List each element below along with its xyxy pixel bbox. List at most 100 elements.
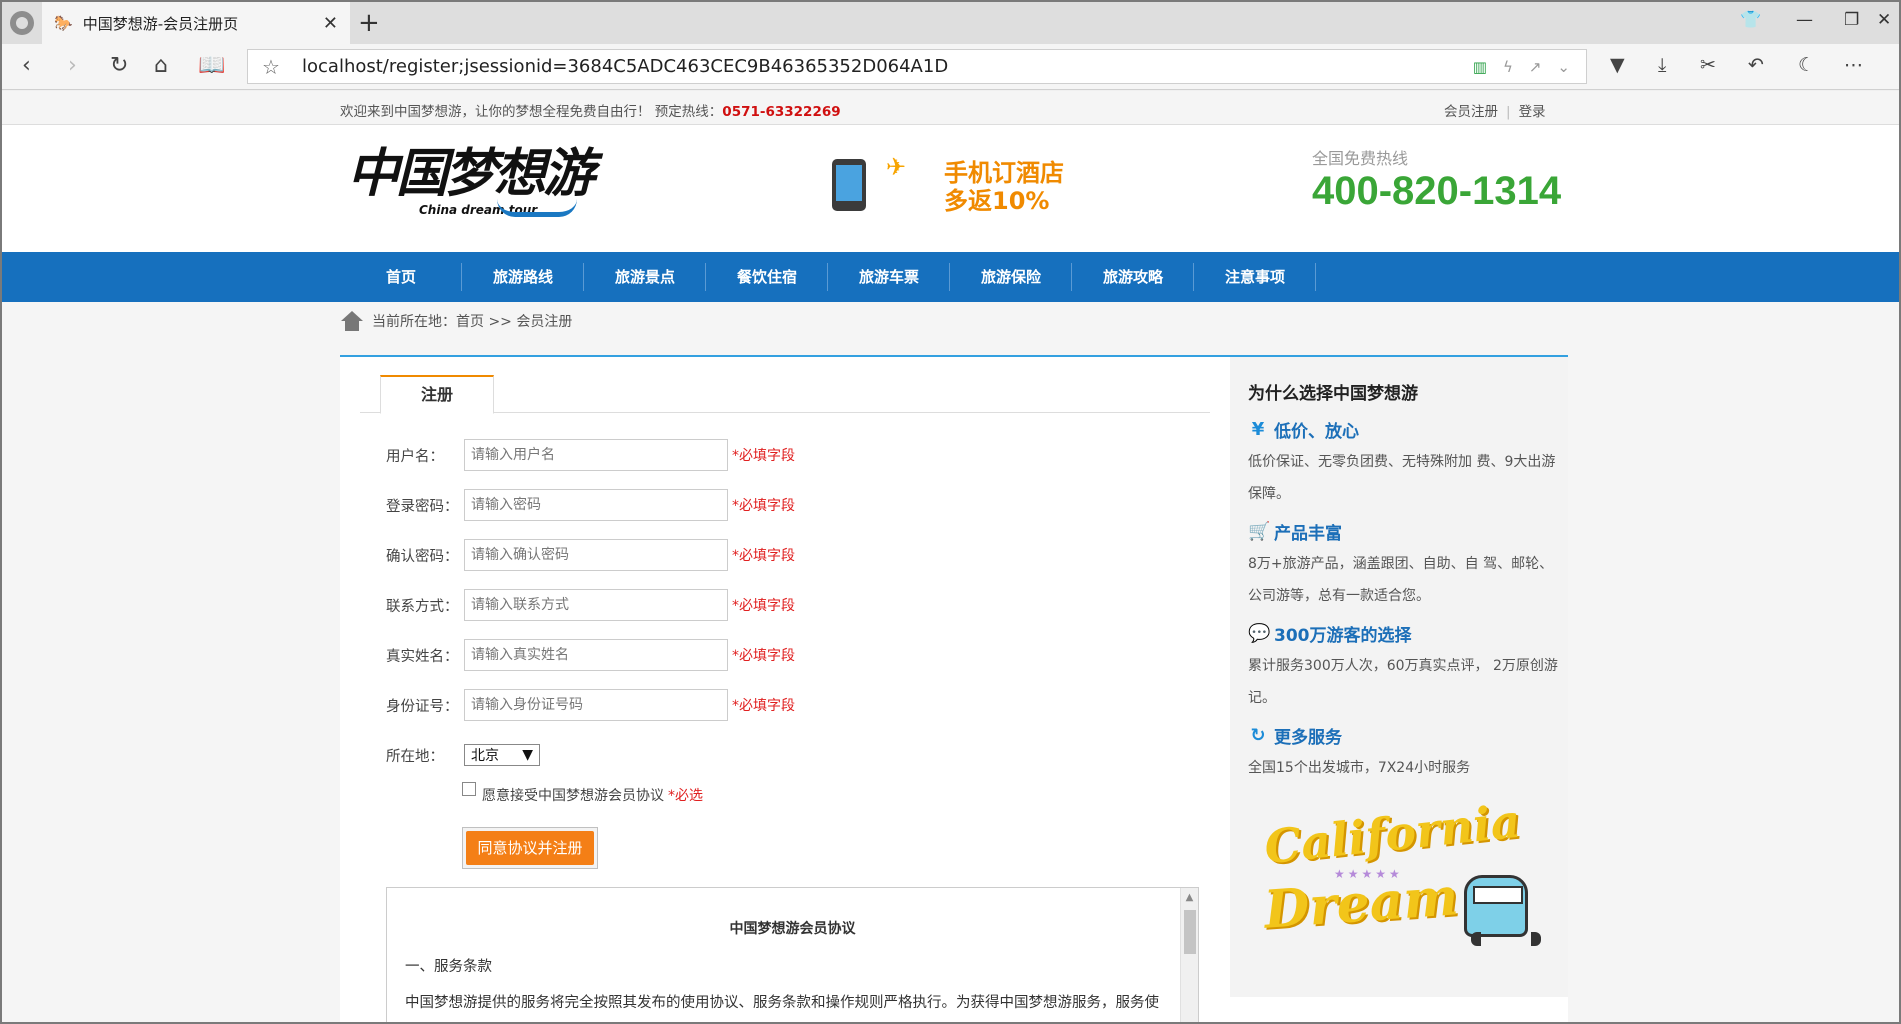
tab-bar: 🐎 中国梦想游-会员注册页 ✕ + 👕 — ❐ ✕ [2,2,1899,44]
tab-active[interactable]: 🐎 中国梦想游-会员注册页 ✕ [42,2,350,44]
minimize-icon[interactable]: — [1796,10,1813,30]
nav-dining[interactable]: 餐饮住宿 [706,252,828,302]
restore-icon[interactable]: ❐ [1844,10,1859,30]
forward-icon[interactable]: › [68,53,77,79]
agree-text: 愿意接受中国梦想游会员协议 [482,788,664,804]
contact-input[interactable] [464,589,728,621]
booking-hotline: 0571-63322269 [722,104,841,120]
agreement-scrollbar[interactable]: ▲ [1180,888,1198,1022]
site-header: 中国梦想游 China dream tour ✈ 手机订酒店 多返10% 全国免费… [2,125,1899,252]
nav-home[interactable]: 首页 [340,252,462,302]
main-nav: 首页 旅游路线 旅游景点 餐饮住宿 旅游车票 旅游保险 旅游攻略 注意事项 [2,252,1899,302]
promo-line-1: 手机订酒店 [944,159,1064,187]
tab-title: 中国梦想游-会员注册页 [82,14,239,33]
reload-icon[interactable]: ↻ [110,53,128,79]
required-mark: *必填字段 [732,498,795,514]
browser-logo-icon[interactable] [10,11,34,35]
password-input[interactable] [464,489,728,521]
agreement-title: 中国梦想游会员协议 [729,921,856,937]
share-icon[interactable]: ↗ [1529,58,1542,76]
browser-window: 🐎 中国梦想游-会员注册页 ✕ + 👕 — ❐ ✕ ‹ › ↻ ⌂ 📖 ☆ lo… [0,0,1901,1024]
extension-icon[interactable]: ▼ [1610,54,1625,76]
menu-icon[interactable]: ⋯ [1844,54,1863,76]
nav-guides[interactable]: 旅游攻略 [1072,252,1194,302]
hotel-promo-banner[interactable]: ✈ 手机订酒店 多返10% [824,153,1074,223]
undo-icon[interactable]: ↶ [1748,54,1764,76]
paper-plane-icon: ✈ [886,153,907,181]
submit-register-button[interactable]: 同意协议并注册 [462,827,598,869]
breadcrumb: 当前所在地：首页 >> 会员注册 [340,309,572,333]
field-confirm-password: 确认密码： *必填字段 [386,539,795,571]
screenshot-icon[interactable]: ✂ [1700,54,1716,76]
back-icon[interactable]: ‹ [22,53,31,79]
hotline-number: 400-820-1314 [1312,169,1562,213]
real-name-input[interactable] [464,639,728,671]
flash-icon[interactable]: ϟ [1503,58,1513,76]
required-mark: *必填字段 [732,548,795,564]
required-mark: *必填字段 [732,698,795,714]
web-page: 欢迎来到中国梦想游，让你的梦想全程免费自由行！ 预定热线：0571-633222… [2,91,1899,1022]
agree-checkbox[interactable] [462,782,476,796]
night-mode-icon[interactable]: ☾ [1798,54,1815,76]
banner-word-2: Dream [1262,866,1461,941]
scroll-up-icon[interactable]: ▲ [1181,892,1198,903]
feature-3m-travelers: 💬 300万游客的选择 累计服务300万人次，60万真实点评， 2万原创游记。 [1248,623,1558,706]
field-contact: 联系方式： *必填字段 [386,589,795,621]
shirt-icon[interactable]: 👕 [1740,10,1761,30]
form-tabs: 注册 [360,375,1210,414]
close-window-icon[interactable]: ✕ [1877,10,1891,30]
url-text[interactable]: localhost/register;jsessionid=3684C5ADC4… [294,56,1473,77]
home-icon[interactable]: ⌂ [154,53,168,79]
hotline-label: 全国免费热线 [1312,149,1409,168]
content-panel: 注册 用户名： *必填字段 登录密码： *必填字段 确认密码： *必填字段 [340,355,1568,1022]
promo-line-2: 多返10% [944,187,1050,215]
free-hotline: 全国免费热线 400-820-1314 [1312,145,1561,214]
phone-icon [832,159,866,211]
download-icon[interactable]: ⤓ [1658,54,1666,76]
id-number-input[interactable] [464,689,728,721]
required-mark: *必填字段 [732,598,795,614]
why-choose-sidebar: 为什么选择中国梦想游 ¥ 低价、放心 低价保证、无零负团费、无特殊附加 费、9大出… [1230,357,1568,997]
field-real-name: 真实姓名： *必填字段 [386,639,795,671]
field-username: 用户名： *必填字段 [386,439,795,471]
address-bar[interactable]: ☆ localhost/register;jsessionid=3684C5AD… [247,49,1587,84]
california-dream-banner[interactable]: California ★★★★★ Dream [1262,794,1544,957]
favicon-icon: 🐎 [54,14,73,32]
nav-attractions[interactable]: 旅游景点 [584,252,706,302]
tab-register[interactable]: 注册 [380,375,494,414]
reading-icon[interactable]: 📖 [198,53,225,79]
yen-icon: ¥ [1251,419,1265,440]
register-link[interactable]: 会员注册 [1444,104,1498,120]
login-link[interactable]: 登录 [1519,104,1546,120]
reader-mode-icon[interactable]: ▥ [1473,58,1487,76]
agreement-consent: 愿意接受中国梦想游会员协议 *必选 [462,782,703,805]
new-tab-icon[interactable]: + [358,8,380,38]
logo-cn-text: 中国梦想游 [347,143,595,204]
site-logo[interactable]: 中国梦想游 China dream tour [347,143,595,233]
dropdown-arrow-icon: ▼ [522,747,533,763]
agreement-box[interactable]: 中国梦想游会员协议 一、服务条款 中国梦想游提供的服务将完全按照其发布的使用协议… [386,887,1199,1022]
top-info-bar: 欢迎来到中国梦想游，让你的梦想全程免费自由行！ 预定热线：0571-633222… [2,91,1899,125]
logo-wave-icon [497,199,577,217]
confirm-password-input[interactable] [464,539,728,571]
location-select[interactable]: 北京 ▼ [464,744,540,766]
nav-insurance[interactable]: 旅游保险 [950,252,1072,302]
agreement-text: 中国梦想游提供的服务将完全按照其发布的使用协议、服务条款和操作规则严格执行。为获… [405,995,1159,1011]
feature-more-service: ↻ 更多服务 全国15个出发城市，7X24小时服务 [1248,725,1471,776]
field-password: 登录密码： *必填字段 [386,489,795,521]
field-id-number: 身份证号： *必填字段 [386,689,795,721]
nav-notices[interactable]: 注意事项 [1194,252,1316,302]
field-location: 所在地： 北京 ▼ [386,739,540,771]
nav-routes[interactable]: 旅游路线 [462,252,584,302]
dropdown-icon[interactable]: ⌄ [1557,58,1570,76]
required-mark: *必填字段 [732,448,795,464]
required-mark: *必填字段 [732,648,795,664]
chat-icon: 💬 [1248,623,1271,644]
close-tab-icon[interactable]: ✕ [323,13,338,34]
nav-tickets[interactable]: 旅游车票 [828,252,950,302]
username-input[interactable] [464,439,728,471]
agreement-section: 一、服务条款 [405,959,492,975]
bookmark-star-icon[interactable]: ☆ [248,55,294,79]
scroll-thumb[interactable] [1184,910,1196,954]
account-links: 会员注册 | 登录 [1444,104,1546,120]
